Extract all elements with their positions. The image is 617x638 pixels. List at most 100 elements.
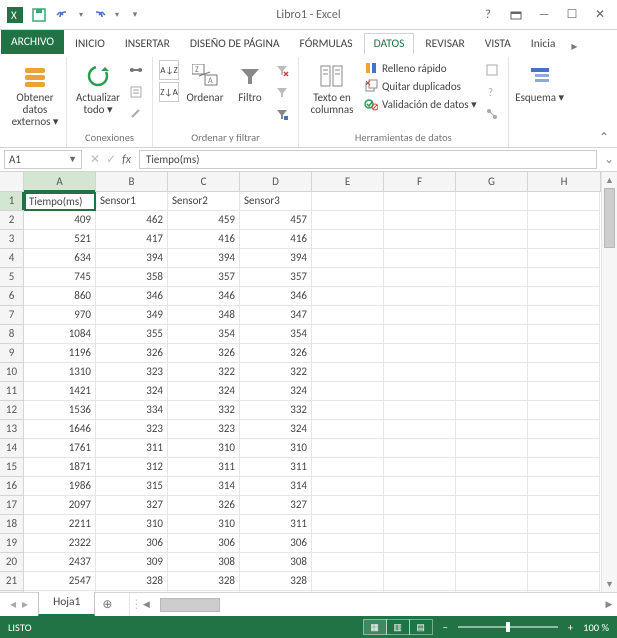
advanced-filter-button[interactable] [272,104,292,124]
cell[interactable] [528,553,600,572]
sort-desc-button[interactable]: Z↓A [159,82,179,102]
sort-button[interactable]: ZA Ordenar [182,60,228,104]
cell[interactable]: 970 [24,306,96,325]
cell[interactable]: 332 [168,401,240,420]
cell[interactable]: 1084 [24,325,96,344]
outline-button[interactable]: Esquema ▾ [515,60,565,104]
row-header-11[interactable]: 11 [0,382,23,401]
sheet-nav-next[interactable]: ▸ [22,597,28,612]
cell[interactable]: 323 [96,420,168,439]
cell[interactable]: 308 [168,553,240,572]
cell[interactable] [528,477,600,496]
cell[interactable]: 2662 [24,591,96,592]
view-normal[interactable]: ▦ [363,619,387,635]
cell[interactable]: 324 [168,382,240,401]
tab-scroll-right[interactable]: ▸ [571,39,577,54]
cell[interactable]: 312 [96,458,168,477]
cell[interactable]: 311 [240,515,312,534]
col-header-D[interactable]: D [240,172,312,191]
cell[interactable]: 320 [240,591,312,592]
cell[interactable] [312,363,384,382]
redo-dropdown[interactable]: ▾ [112,4,122,26]
remove-duplicates-button[interactable]: Quitar duplicados [362,78,463,94]
cell[interactable]: 310 [168,439,240,458]
save-button[interactable] [28,4,50,26]
cell[interactable]: 326 [168,344,240,363]
cell[interactable] [528,534,600,553]
cell[interactable] [312,591,384,592]
cell[interactable] [384,439,456,458]
cell[interactable]: 355 [96,325,168,344]
add-sheet-button[interactable]: ⊕ [95,593,119,616]
undo-button[interactable] [52,4,74,26]
cell[interactable]: 459 [168,211,240,230]
row-header-10[interactable]: 10 [0,363,23,382]
tab-datos[interactable]: DATOS [364,33,415,54]
cell[interactable] [456,591,528,592]
cell[interactable] [384,572,456,591]
hscroll-right[interactable]: ▶ [601,599,617,610]
select-all-corner[interactable] [0,172,24,192]
cell[interactable] [312,420,384,439]
cell[interactable]: 324 [240,382,312,401]
cell[interactable]: 326 [240,344,312,363]
cell[interactable]: 354 [168,325,240,344]
cell[interactable] [528,458,600,477]
row-header-13[interactable]: 13 [0,420,23,439]
cell[interactable]: 346 [168,287,240,306]
cell[interactable] [384,420,456,439]
cell[interactable]: 2437 [24,553,96,572]
column-headers[interactable]: ABCDEFGH [24,172,601,192]
cell[interactable] [456,230,528,249]
cell[interactable]: 328 [240,572,312,591]
cell[interactable]: 306 [240,534,312,553]
cell[interactable]: Sensor2 [168,192,240,211]
zoom-level[interactable]: 100 % [583,621,609,634]
cell[interactable] [456,306,528,325]
cell[interactable] [312,344,384,363]
ribbon-display-options[interactable] [503,4,529,26]
row-header-15[interactable]: 15 [0,458,23,477]
cell[interactable]: 324 [96,382,168,401]
cell[interactable]: 310 [168,515,240,534]
cell[interactable] [312,211,384,230]
cell[interactable]: 346 [240,287,312,306]
cell[interactable]: 634 [24,249,96,268]
tab-vista[interactable]: VISTA [476,34,520,54]
col-header-B[interactable]: B [96,172,168,191]
cell[interactable] [456,268,528,287]
reapply-filter-button[interactable] [272,82,292,102]
row-header-18[interactable]: 18 [0,515,23,534]
zoom-slider[interactable] [458,626,558,628]
cell[interactable] [312,306,384,325]
col-header-F[interactable]: F [384,172,456,191]
cell[interactable]: 326 [168,496,240,515]
cell[interactable] [312,515,384,534]
cell[interactable] [528,591,600,592]
cell[interactable]: 416 [168,230,240,249]
cell[interactable] [528,230,600,249]
name-box[interactable]: A1▼ [4,150,82,169]
row-header-20[interactable]: 20 [0,553,23,572]
cell[interactable] [384,401,456,420]
cell[interactable]: 417 [96,230,168,249]
cell[interactable]: 394 [240,249,312,268]
row-header-2[interactable]: 2 [0,211,23,230]
cell[interactable] [384,458,456,477]
cell[interactable] [456,515,528,534]
tab-inicio[interactable]: INICIO [66,34,114,54]
col-header-E[interactable]: E [312,172,384,191]
help-button[interactable]: ? [475,4,501,26]
properties-button[interactable] [126,82,146,102]
cell[interactable]: 1196 [24,344,96,363]
cell[interactable]: 310 [96,515,168,534]
cell[interactable] [528,401,600,420]
cell[interactable] [384,230,456,249]
cell[interactable]: 326 [96,344,168,363]
cell[interactable]: 1986 [24,477,96,496]
row-header-14[interactable]: 14 [0,439,23,458]
tab-insertar[interactable]: INSERTAR [116,34,179,54]
zoom-out-button[interactable]: − [443,621,448,634]
cell[interactable] [384,211,456,230]
cell[interactable]: 311 [96,439,168,458]
